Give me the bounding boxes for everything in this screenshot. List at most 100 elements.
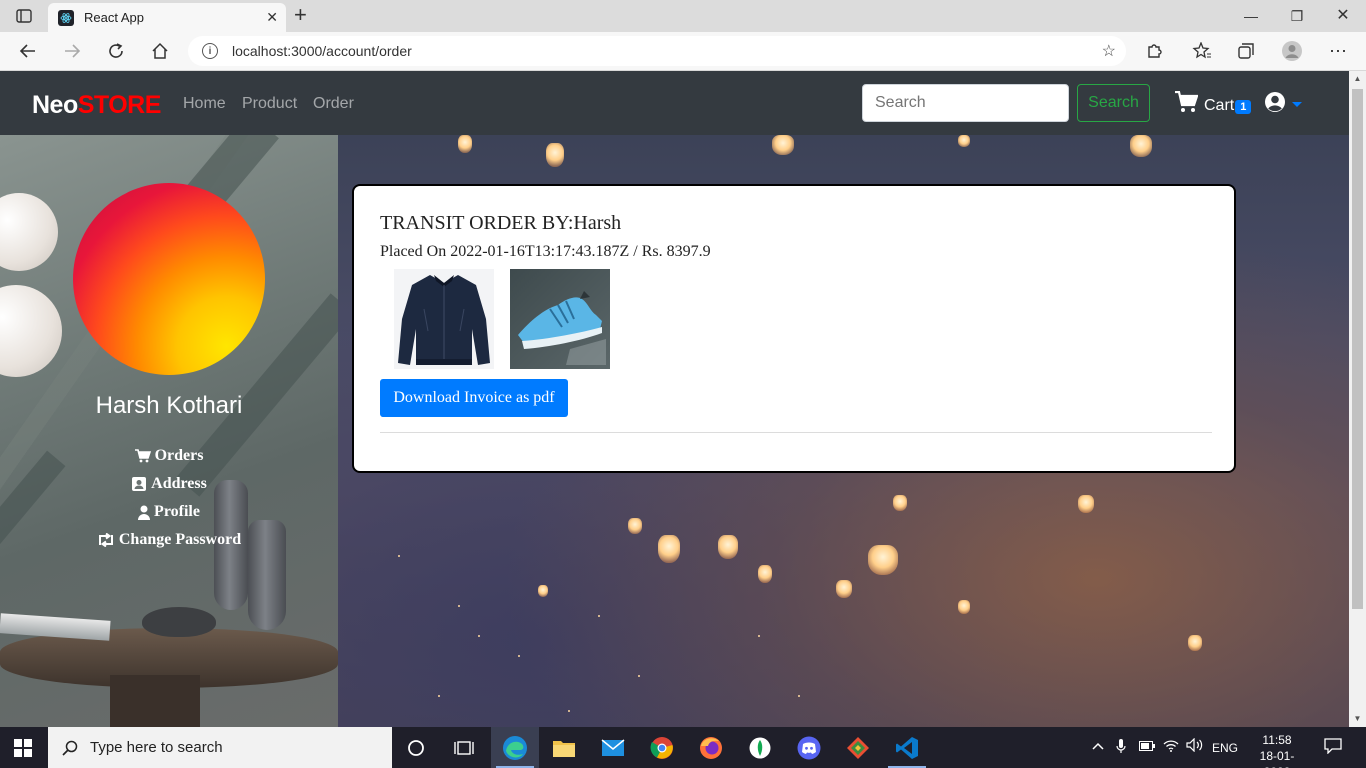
file-explorer-icon[interactable]: [550, 734, 578, 762]
lantern-decoration: [1078, 495, 1094, 513]
add-favorite-icon[interactable]: ☆: [1102, 41, 1116, 61]
search-icon: [62, 740, 78, 756]
profile-avatar-icon[interactable]: [1280, 40, 1304, 62]
discord-icon[interactable]: [795, 734, 823, 762]
wifi-icon[interactable]: [1163, 738, 1179, 755]
nav-link-order[interactable]: Order: [313, 95, 354, 113]
home-icon[interactable]: [148, 40, 172, 62]
sidebar-item-address[interactable]: Address: [0, 475, 338, 493]
spark-decoration: [598, 615, 600, 617]
chevron-down-icon: [1292, 101, 1302, 107]
sidebar-item-label: Profile: [154, 503, 200, 520]
lantern-decoration: [836, 580, 852, 598]
spark-decoration: [458, 605, 460, 607]
sidebar-item-change-password[interactable]: Change Password: [0, 531, 338, 549]
nav-link-product[interactable]: Product: [242, 95, 297, 113]
bowl-decoration: [142, 607, 216, 637]
avatar: [73, 183, 265, 375]
browser-toolbar: i localhost:3000/account/order ☆ ⋯: [0, 32, 1366, 71]
sidebar-item-label: Address: [151, 475, 207, 492]
volume-icon[interactable]: [1186, 737, 1204, 755]
search-input[interactable]: [862, 84, 1069, 122]
user-icon: [138, 505, 151, 520]
browser-tabstrip: React App ✕ + — ❐ ✕: [0, 0, 1366, 32]
sidebar-item-label: Orders: [154, 447, 204, 464]
mail-icon[interactable]: [599, 734, 627, 762]
spark-decoration: [638, 675, 640, 677]
minimize-icon[interactable]: —: [1228, 4, 1274, 28]
favorites-icon[interactable]: [1190, 40, 1214, 62]
battery-icon[interactable]: [1139, 740, 1155, 754]
task-view-icon[interactable]: [450, 734, 478, 762]
taskbar-clock[interactable]: 11:58 18-01-2022: [1252, 732, 1302, 768]
user-menu-toggle[interactable]: [1264, 91, 1302, 113]
tray-overflow-icon[interactable]: [1092, 739, 1104, 753]
language-indicator[interactable]: ENG: [1212, 741, 1238, 755]
scroll-thumb[interactable]: [1352, 89, 1363, 609]
chrome-icon[interactable]: [648, 734, 676, 762]
shopping-cart-icon: [1175, 91, 1198, 112]
lantern-decoration: [546, 143, 564, 167]
microphone-icon[interactable]: [1116, 738, 1126, 757]
page-scrollbar[interactable]: ▲ ▼: [1349, 71, 1366, 727]
collections-icon[interactable]: [1234, 40, 1258, 62]
profile-name: Harsh Kothari: [95, 392, 243, 419]
spark-decoration: [758, 635, 760, 637]
lantern-decoration: [658, 535, 680, 563]
address-url[interactable]: localhost:3000/account/order: [232, 43, 412, 59]
scroll-up-icon[interactable]: ▲: [1349, 71, 1366, 87]
vscode-icon[interactable]: [893, 734, 921, 762]
edge-browser-icon[interactable]: [501, 734, 529, 762]
scroll-down-icon[interactable]: ▼: [1349, 711, 1366, 727]
more-menu-icon[interactable]: ⋯: [1326, 40, 1350, 62]
sidebar-item-profile[interactable]: Profile: [0, 503, 338, 521]
browser-tab[interactable]: React App ✕: [48, 3, 286, 32]
cart-icon: [134, 449, 151, 463]
search-button[interactable]: Search: [1077, 84, 1150, 122]
retweet-icon: [98, 533, 113, 547]
lamp-globe-decoration: [0, 285, 62, 377]
git-gui-icon[interactable]: [844, 734, 872, 762]
mongodb-compass-icon[interactable]: [746, 734, 774, 762]
cortana-icon[interactable]: [402, 734, 430, 762]
back-icon[interactable]: [16, 40, 40, 62]
firefox-icon[interactable]: [697, 734, 725, 762]
restore-icon[interactable]: ❐: [1274, 4, 1320, 28]
lantern-decoration: [758, 565, 772, 583]
product-jacket-image: [394, 269, 494, 369]
lantern-decoration: [628, 518, 642, 534]
notifications-icon[interactable]: [1324, 738, 1342, 757]
tab-title: React App: [84, 10, 144, 25]
lantern-decoration: [1188, 635, 1202, 651]
tab-actions-icon[interactable]: [10, 6, 38, 26]
address-bar[interactable]: i localhost:3000/account/order ☆: [188, 36, 1126, 66]
sidebar-item-orders[interactable]: Orders: [0, 447, 338, 465]
tab-close-icon[interactable]: ✕: [266, 9, 278, 26]
lantern-decoration: [868, 545, 898, 575]
brand-neo: Neo: [32, 91, 78, 119]
nav-link-home[interactable]: Home: [183, 95, 226, 113]
os-taskbar: Type here to search ENG 11:58 18-01-: [0, 727, 1366, 768]
extensions-icon[interactable]: [1142, 40, 1166, 62]
brand-logo[interactable]: NeoSTORE: [32, 91, 161, 120]
refresh-icon[interactable]: [104, 40, 128, 62]
forward-icon[interactable]: [60, 40, 84, 62]
lantern-decoration: [893, 495, 907, 511]
download-invoice-button[interactable]: Download Invoice as pdf: [380, 379, 568, 417]
order-title: TRANSIT ORDER BY:Harsh: [380, 212, 622, 234]
cart-label: Cart: [1204, 97, 1235, 114]
windows-start-icon[interactable]: [14, 739, 32, 762]
new-tab-icon[interactable]: +: [294, 4, 307, 26]
site-info-icon[interactable]: i: [202, 43, 218, 59]
lantern-decoration: [958, 600, 970, 614]
spark-decoration: [518, 655, 520, 657]
spark-decoration: [398, 555, 400, 557]
lantern-decoration: [958, 135, 970, 147]
spark-decoration: [568, 710, 570, 712]
window-close-icon[interactable]: ✕: [1320, 4, 1366, 28]
taskbar-search[interactable]: Type here to search: [48, 727, 392, 768]
lantern-decoration: [718, 535, 738, 559]
cart-link[interactable]: Cart 1: [1174, 89, 1252, 115]
address-card-icon: [132, 477, 147, 491]
spark-decoration: [478, 635, 480, 637]
